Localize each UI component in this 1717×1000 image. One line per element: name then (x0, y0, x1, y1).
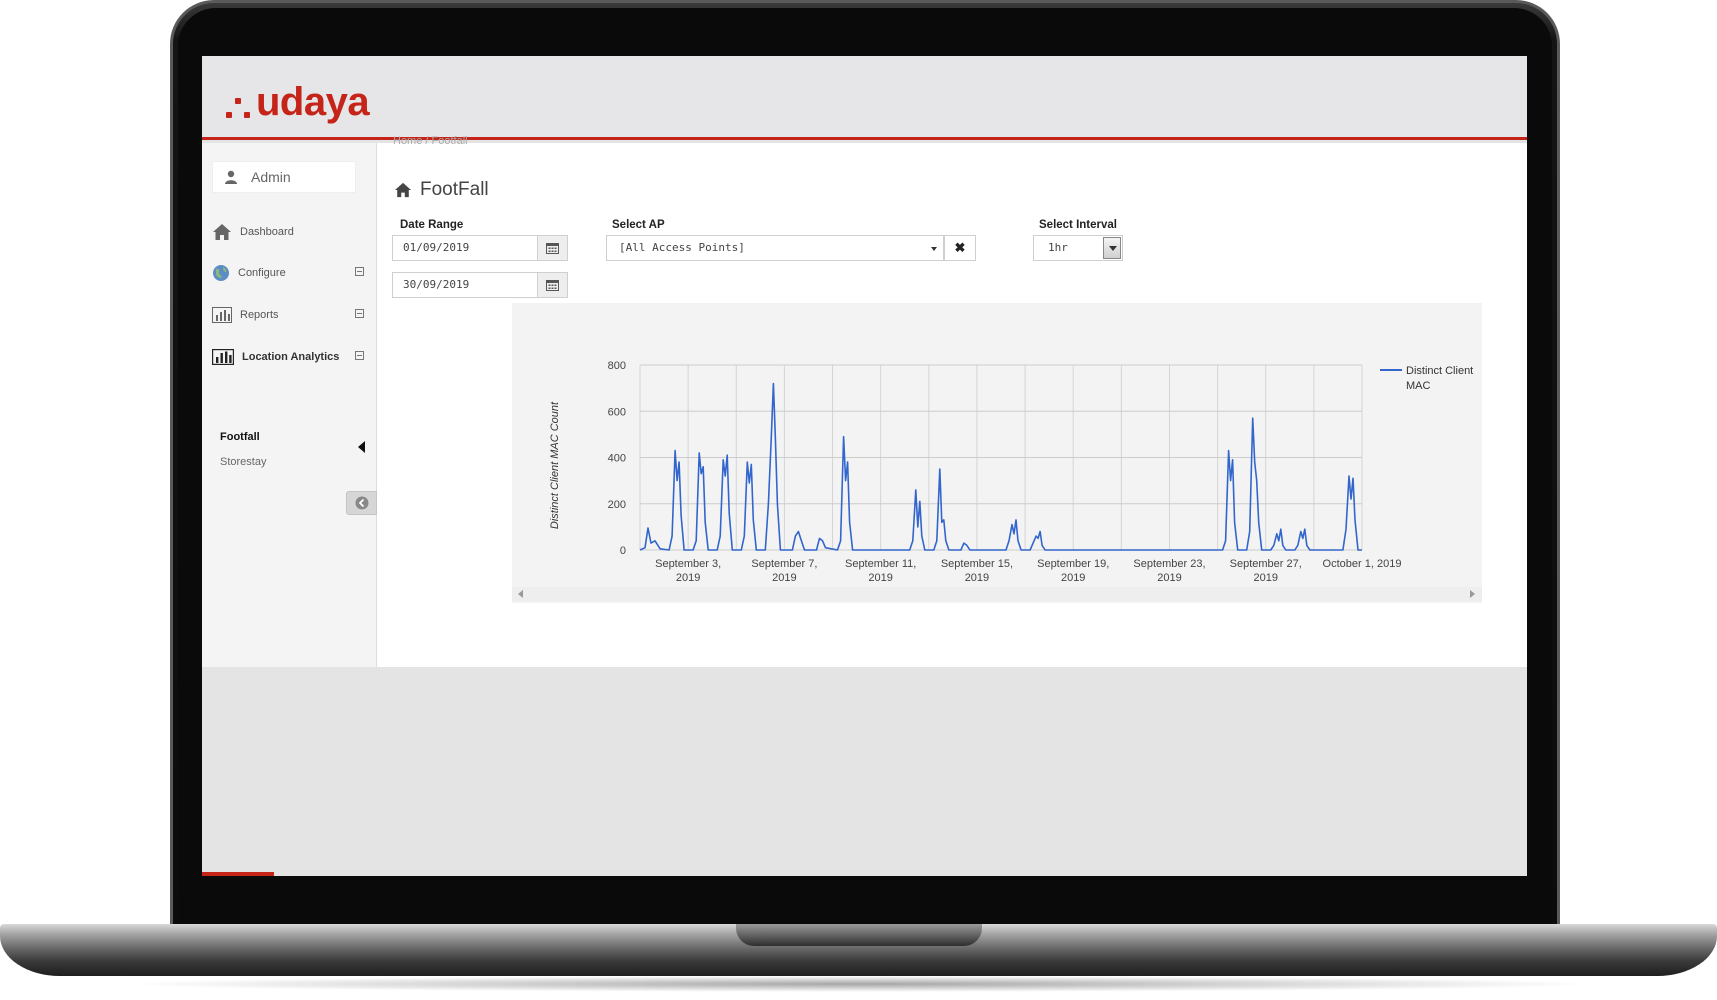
logo-dots-icon (222, 88, 256, 122)
expand-collapse-icon[interactable] (355, 309, 364, 318)
x-tick-label: September 15, 2019 (941, 558, 1013, 584)
x-tick-label: September 11, 2019 (845, 558, 916, 584)
x-tick-label: September 19, 2019 (1037, 558, 1109, 584)
x-tick-label: September 23, 2019 (1133, 558, 1205, 584)
breadcrumb[interactable]: Home / Footfall (393, 135, 468, 147)
globe-icon (213, 265, 229, 281)
chevron-down-icon (931, 247, 937, 251)
y-tick-label: 0 (620, 545, 626, 557)
sidebar-item-dashboard[interactable]: Dashboard (212, 220, 370, 244)
app-screen: udaya Admin Dashboard Configure Reports … (202, 56, 1527, 876)
interval-label: Select Interval (1039, 219, 1117, 231)
ap-label: Select AP (612, 219, 665, 231)
scroll-left-icon[interactable] (518, 590, 523, 598)
y-tick-label: 600 (608, 406, 626, 418)
sidebar: Admin Dashboard Configure Reports Locati… (202, 143, 377, 667)
sidebar-collapse-button[interactable] (346, 491, 377, 515)
user-name: Admin (251, 169, 291, 185)
date-range-label: Date Range (400, 219, 464, 231)
sidebar-item-configure[interactable]: Configure (212, 261, 370, 285)
x-tick-label: September 27, 2019 (1230, 558, 1302, 584)
brand-logo[interactable]: udaya (222, 80, 370, 124)
date-to-group: 30/09/2019 (392, 272, 568, 298)
x-tick-label: October 1, 2019 (1323, 558, 1402, 570)
scroll-right-icon[interactable] (1470, 590, 1475, 598)
chevron-down-icon (1109, 246, 1117, 251)
date-to-picker-button[interactable] (538, 272, 568, 298)
expand-collapse-icon[interactable] (355, 267, 364, 276)
y-tick-label: 200 (608, 499, 626, 511)
page-title: FootFall (394, 179, 489, 201)
page-title-text: FootFall (420, 179, 489, 200)
sidebar-subitem-storestay[interactable]: Storestay (220, 456, 266, 468)
ap-select[interactable]: [All Access Points] (606, 235, 944, 261)
y-axis-label: Distinct Client MAC Count (549, 401, 561, 529)
sidebar-item-reports[interactable]: Reports (212, 303, 370, 327)
sidebar-subitem-footfall[interactable]: Footfall (220, 431, 260, 443)
main-content: Home / Footfall FootFall Date Range 01/0… (378, 135, 1527, 667)
circle-arrow-left-icon (355, 496, 368, 510)
close-icon: ✖ (954, 240, 966, 255)
home-icon (395, 182, 411, 198)
sidebar-item-label: Reports (240, 309, 279, 321)
sidebar-item-location-analytics[interactable]: Location Analytics (212, 345, 370, 369)
laptop-notch (736, 924, 982, 946)
date-from-picker-button[interactable] (538, 235, 568, 261)
footfall-chart: 0 200 400 600 800 September 3, 2019 September 7… (512, 303, 1482, 603)
chart-horizontal-scrollbar[interactable] (512, 587, 1482, 601)
sidebar-item-label: Location Analytics (242, 351, 340, 363)
x-tick-label: September 3, 2019 (655, 558, 721, 584)
calendar-icon (546, 280, 559, 291)
date-to-input[interactable]: 30/09/2019 (392, 272, 538, 298)
y-tick-label: 800 (608, 360, 626, 372)
progress-indicator (202, 872, 274, 876)
interval-dropdown-button[interactable] (1103, 237, 1121, 259)
x-tick-label: September 7, 2019 (751, 558, 817, 584)
y-tick-label: 400 (608, 453, 626, 465)
bar-chart-icon (212, 307, 232, 323)
home-icon (213, 224, 231, 240)
interval-select-value: 1hr (1048, 241, 1068, 254)
bar-chart-icon (212, 349, 234, 365)
active-indicator-icon (358, 441, 365, 453)
legend-label: Distinct Client MAC (1406, 365, 1473, 392)
user-icon (225, 170, 237, 184)
brand-name: udaya (256, 80, 370, 124)
date-from-input[interactable]: 01/09/2019 (392, 235, 538, 261)
laptop-shadow (120, 976, 1600, 992)
ap-select-value: [All Access Points] (619, 241, 745, 254)
app-header: udaya (202, 56, 1527, 140)
clear-ap-button[interactable]: ✖ (944, 235, 976, 261)
line-chart: 0 200 400 600 800 September 3, 2019 September 7… (549, 360, 1473, 584)
date-from-group: 01/09/2019 (392, 235, 568, 261)
app-body: Admin Dashboard Configure Reports Locati… (202, 135, 1527, 667)
user-profile[interactable]: Admin (212, 161, 356, 193)
sidebar-item-label: Configure (238, 267, 286, 279)
calendar-icon (546, 243, 559, 254)
expand-collapse-icon[interactable] (355, 351, 364, 360)
sidebar-item-label: Dashboard (240, 226, 294, 238)
series-line (639, 382, 1362, 551)
